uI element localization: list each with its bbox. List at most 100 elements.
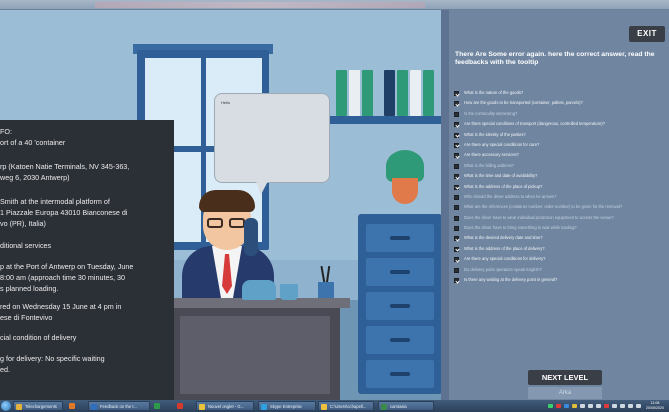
clock[interactable]: 11:08 20/05/2020 [646,401,664,411]
question-item[interactable]: What are the references (container numbe… [454,202,668,212]
cabinet-drawer [366,292,434,320]
briefing-line: ese di Fontevivo [0,313,53,322]
checkbox-icon[interactable] [454,194,459,200]
pen-cup [318,265,334,298]
checkbox-checked-icon[interactable] [454,174,459,180]
inactive-button: Arka [528,387,602,399]
question-text: What is the address of the place of deli… [464,245,545,251]
tray-icon[interactable] [580,404,585,408]
checkbox-checked-icon[interactable] [454,278,459,284]
clock-date: 20/05/2020 [646,405,664,410]
question-text: Does the driver have to wear individual … [464,214,614,220]
question-item[interactable]: Are there special conditions of transpor… [454,119,668,129]
question-item[interactable]: What is the billing address? [454,161,668,171]
checkbox-checked-icon[interactable] [454,153,459,159]
taskbar-item-label: camtasia [390,404,407,409]
question-item[interactable]: What is the identity of the parties? [454,130,668,140]
tray-icon[interactable] [548,404,553,408]
question-item[interactable]: Are there any special conditions for car… [454,140,668,150]
taskbar-item[interactable] [152,401,164,411]
question-item[interactable]: What is the address of the place of deli… [454,244,668,254]
checkbox-checked-icon[interactable] [454,184,459,190]
taskbar-item[interactable]: Nouvel onglet - G... [196,401,254,411]
briefing-line: ed. [0,365,10,374]
question-item[interactable]: Is there any waiting at the delivery poi… [454,275,668,285]
question-item[interactable]: What is the nature of the goods? [454,88,668,98]
checkbox-icon[interactable] [454,215,459,221]
checkbox-checked-icon[interactable] [454,101,459,107]
taskbar-item[interactable] [175,401,187,411]
question-text: Who should the driver address to when he… [464,193,557,199]
taskbar-item[interactable]: Feedback on the t... [88,401,150,411]
question-checklist: What is the nature of the goods? How are … [454,88,668,285]
question-item[interactable]: What is the time and date of availabilit… [454,171,668,181]
cabinet-drawer [366,224,434,252]
tray-icon[interactable] [556,404,561,408]
briefing-line: FO: [0,127,12,136]
top-strip-accent [95,2,425,8]
app-icon [321,404,327,410]
checkbox-checked-icon[interactable] [454,236,459,242]
taskbar-item[interactable]: Skype Entreprise [258,401,316,411]
question-text: Is the commodity interesting? [464,110,518,116]
checkbox-checked-icon[interactable] [454,257,459,263]
checkbox-icon[interactable] [454,163,459,169]
briefing-line: 1 Piazzale Europa 43010 Bianconese di [0,208,128,217]
screen: Hello FO: ort of a 40 'container rp (Katoe… [0,0,669,412]
taskbar-item[interactable]: Telechargements [13,401,63,411]
speech-bubble: Hello [214,93,330,183]
checkbox-checked-icon[interactable] [454,142,459,148]
briefing-line: s planned loading. [0,284,59,293]
app-icon [69,403,75,409]
checkbox-icon[interactable] [454,226,459,232]
checkbox-checked-icon[interactable] [454,122,459,128]
question-text: What is the time and date of availabilit… [464,173,538,179]
tray-icon[interactable] [596,404,601,408]
mug [280,284,298,300]
briefing-line: Smith at the intermodal platform of [0,197,110,206]
question-item[interactable]: Who should the driver address to when he… [454,192,668,202]
tray-icon[interactable] [620,404,625,408]
checkbox-icon[interactable] [454,111,459,117]
tray-icon[interactable] [612,404,617,408]
tray-icon[interactable] [588,404,593,408]
briefing-line: vo (PR), Italia) [0,219,46,228]
checkbox-checked-icon[interactable] [454,246,459,252]
app-icon [199,404,205,410]
taskbar-item[interactable]: C:\Users\cchapell... [318,401,374,411]
app-icon [154,403,160,409]
checkbox-icon[interactable] [454,205,459,211]
question-text: Does the driver have to bring something … [464,225,577,231]
question-item[interactable]: Are there any special conditions for del… [454,254,668,264]
checkbox-checked-icon[interactable] [454,132,459,138]
checkbox-icon[interactable] [454,267,459,273]
taskbar-item[interactable]: camtasia [378,401,434,411]
question-item[interactable]: How are the goods to be transported (con… [454,98,668,108]
question-item[interactable]: Does the driver have to wear individual … [454,213,668,223]
question-item[interactable]: Do delivery point operators speak Englis… [454,265,668,275]
tray-icon[interactable] [572,404,577,408]
book [410,70,421,116]
desk-panel [180,316,330,394]
app-icon [177,403,183,409]
question-item[interactable]: Does the driver have to bring something … [454,223,668,233]
next-level-button[interactable]: NEXT LEVEL [528,370,602,385]
start-button-icon[interactable] [1,401,11,411]
tray-icon[interactable] [636,404,641,408]
taskbar-item[interactable] [67,401,79,411]
question-text: Are there special conditions of transpor… [464,121,605,127]
question-text: Are there accessory services? [464,152,519,158]
book [362,70,373,116]
exit-button[interactable]: EXIT [629,26,665,42]
question-item[interactable]: What is the desired delivery date and ti… [454,233,668,243]
question-item[interactable]: Is the commodity interesting? [454,109,668,119]
question-item[interactable]: What is the address of the place of pick… [454,182,668,192]
question-item[interactable]: Are there accessory services? [454,150,668,160]
tray-icon[interactable] [604,404,609,408]
plant-pot [392,178,418,204]
tray-icon[interactable] [564,404,569,408]
checkbox-checked-icon[interactable] [454,91,459,96]
panel-divider [441,10,449,402]
window-top-strip [0,0,669,10]
tray-icon[interactable] [628,404,633,408]
